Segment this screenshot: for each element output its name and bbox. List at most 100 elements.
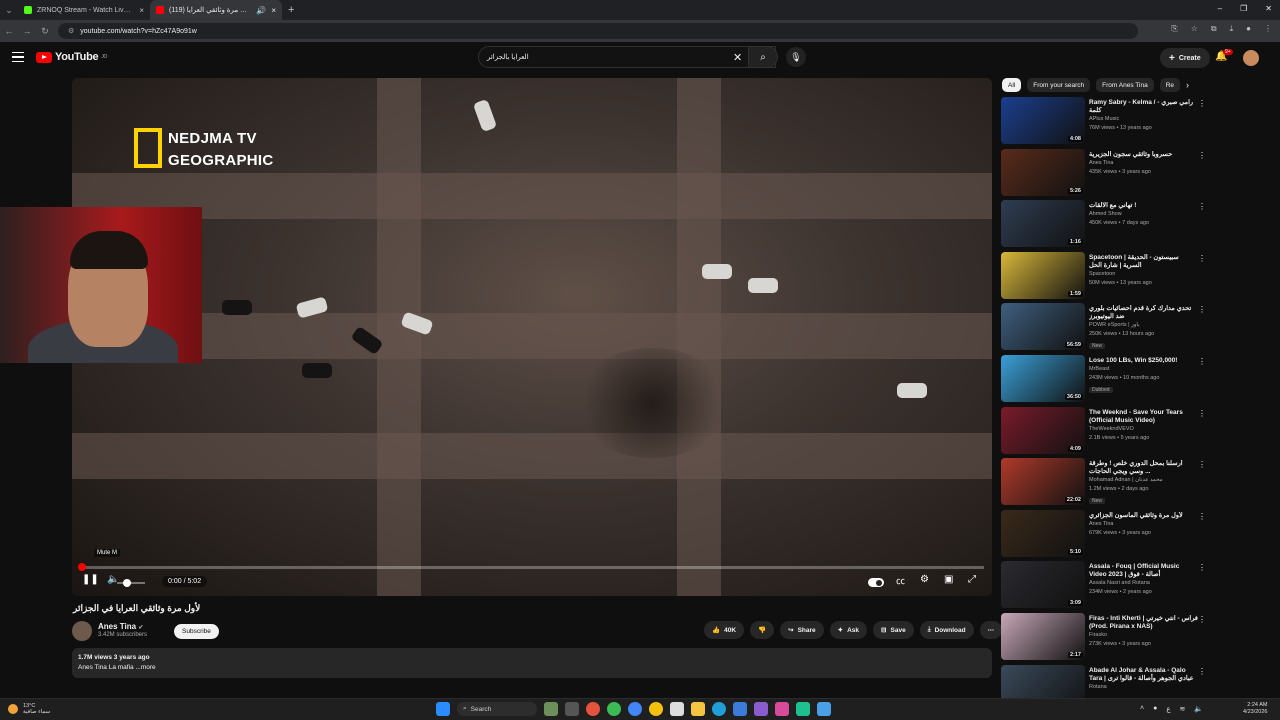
recommendation-title[interactable]: Spacetoon | سبيستون - الحديقة السرية | ش… <box>1089 254 1206 270</box>
recommendation-item[interactable]: 5:10 لأول مرة وثائقي الماسون الجزائري Anes… <box>1001 509 1206 562</box>
more-vertical-icon[interactable]: ⋮ <box>1198 357 1206 366</box>
extensions-icon[interactable]: ⧉ <box>1211 24 1217 34</box>
back-icon[interactable]: ← <box>0 26 18 36</box>
store-icon[interactable] <box>733 702 747 716</box>
chrome-icon[interactable] <box>607 702 621 716</box>
recommendation-item[interactable]: Abade Al Johar & Assala - Qalo Tara | عب… <box>1001 664 1206 702</box>
ask-button[interactable]: ✦ Ask <box>829 621 868 639</box>
task-view-icon[interactable] <box>565 702 579 716</box>
profile-icon[interactable]: ● <box>1246 24 1251 34</box>
youtube-logo[interactable]: YouTube JO <box>36 51 107 63</box>
recommendation-channel[interactable]: Assala Nasri and Rotana <box>1089 579 1206 588</box>
recommendation-channel[interactable]: Mohamad Adnan | محمد عدنان <box>1089 476 1206 485</box>
chip-from-your-search[interactable]: From your search <box>1027 78 1091 92</box>
recommendation-title[interactable]: تهاني مع الالقات ! <box>1089 202 1206 210</box>
video-thumbnail[interactable] <box>1001 664 1085 702</box>
voice-search-button[interactable]: 🎙 <box>786 47 806 67</box>
taskbar-search[interactable]: ⌕ Search <box>457 702 537 716</box>
like-button[interactable]: 👍 40K <box>704 621 745 639</box>
close-window-icon[interactable]: ✕ <box>1265 4 1272 13</box>
video-thumbnail[interactable]: 4:09 <box>1001 406 1085 454</box>
more-actions-button[interactable]: ⋯ <box>979 621 1003 639</box>
chip-related[interactable]: Re <box>1159 78 1181 92</box>
chevron-right-icon[interactable]: › <box>1186 80 1189 90</box>
download-icon[interactable]: ⤓ <box>1230 24 1234 34</box>
app-icon[interactable] <box>796 702 810 716</box>
more-vertical-icon[interactable]: ⋮ <box>1198 254 1206 263</box>
more-vertical-icon[interactable]: ⋮ <box>1198 151 1206 160</box>
recommendation-item[interactable]: 56:59 تحدي مدارك كرة قدم احصائيات بلوري ض… <box>1001 303 1206 355</box>
download-button[interactable]: ⤓ Download <box>919 621 974 639</box>
recommendation-channel[interactable]: Anes Tina <box>1089 159 1206 168</box>
language-icon[interactable]: ع <box>1166 705 1170 713</box>
recommendation-title[interactable]: Abade Al Johar & Assala - Qalo Tara | عب… <box>1089 667 1206 683</box>
recommendation-item[interactable]: 1:59 Spacetoon | سبيستون - الحديقة السرية… <box>1001 251 1206 304</box>
recommendation-item[interactable]: 1:16 تهاني مع الالقات ! Ahmed Show 450K vie… <box>1001 200 1206 252</box>
recommendation-channel[interactable]: Spacetoon <box>1089 270 1206 279</box>
recommendation-channel[interactable]: Anes Tina <box>1089 520 1206 529</box>
maximize-icon[interactable]: ❐ <box>1240 4 1247 13</box>
pause-icon[interactable]: ❚❚ <box>82 574 99 585</box>
settings-gear-icon[interactable]: ⚙ <box>920 574 929 585</box>
video-thumbnail[interactable]: 1:16 <box>1001 200 1085 248</box>
hamburger-menu-icon[interactable] <box>12 52 24 62</box>
tab-search-icon[interactable]: ⌄ <box>0 5 18 16</box>
calendar-icon[interactable] <box>670 702 684 716</box>
recommendation-title[interactable]: Ramy Sabry - Kelma / رامي صبري - كلمة <box>1089 99 1206 115</box>
bookmark-star-icon[interactable]: ☆ <box>1191 24 1198 34</box>
recommendation-title[interactable]: تحدي مدارك كرة قدم احصائيات بلوري ضد الي… <box>1089 305 1206 321</box>
minimize-icon[interactable]: – <box>1218 4 1222 13</box>
tray-chevron-icon[interactable]: ˄ <box>1140 705 1144 713</box>
install-icon[interactable]: ⎘ <box>1171 24 1177 34</box>
app-icon[interactable] <box>817 702 831 716</box>
description-box[interactable]: 1.7M views 3 years ago Anes Tina La mafi… <box>72 648 992 678</box>
fullscreen-icon[interactable]: ⤢ <box>968 574 976 585</box>
video-thumbnail[interactable]: 1:59 <box>1001 251 1085 299</box>
recommendation-item[interactable]: 5:26 حسروبا وثائقي سجون الجزيرية Anes Tina… <box>1001 148 1206 201</box>
video-thumbnail[interactable]: 22:02 <box>1001 458 1085 506</box>
more-vertical-icon[interactable]: ⋮ <box>1198 667 1206 676</box>
captions-icon[interactable]: ㏄ <box>896 574 905 587</box>
account-avatar[interactable] <box>1243 50 1259 66</box>
search-button[interactable]: ⌕ <box>748 46 778 68</box>
reload-icon[interactable]: ↻ <box>36 26 54 37</box>
recommendation-item[interactable]: 36:50 Lose 100 LBs, Win $250,000! MrBeast 2… <box>1001 354 1206 407</box>
clear-search-icon[interactable]: ✕ <box>733 51 742 64</box>
channel-name[interactable]: Anes Tina ✔ <box>98 622 143 631</box>
recommendation-channel[interactable]: Ahmed Show <box>1089 210 1206 219</box>
dislike-button[interactable]: 👎 <box>750 621 775 639</box>
recommendation-item[interactable]: 4:09 The Weeknd - Save Your Tears (Offici… <box>1001 406 1206 459</box>
app-icon[interactable] <box>775 702 789 716</box>
save-button[interactable]: ⊟ Save <box>873 621 914 639</box>
recommendation-title[interactable]: أرسلنا بمحل الدوري خلص ! وطرقة وسي ويجي … <box>1089 460 1206 476</box>
tray-app-icon[interactable]: ● <box>1153 705 1157 713</box>
scrubber-handle[interactable] <box>78 563 86 571</box>
url-field[interactable]: ⚙ youtube.com/watch?v=hZc47A9o91w <box>58 23 1138 39</box>
app-icon[interactable] <box>754 702 768 716</box>
recommendation-title[interactable]: Assala - Fouq | Official Music Video 202… <box>1089 563 1206 579</box>
recommendation-channel[interactable]: TheWeekndVEVO <box>1089 425 1206 434</box>
recommendation-channel[interactable]: POWR eSports | باور <box>1089 321 1206 330</box>
recommendation-title[interactable]: حسروبا وثائقي سجون الجزيرية <box>1089 151 1206 159</box>
tab-zrnoq[interactable]: ZRNOQ Stream - Watch Live on × <box>18 0 150 20</box>
windows-start-icon[interactable] <box>436 702 450 716</box>
wifi-icon[interactable]: ≋ <box>1180 705 1186 713</box>
video-thumbnail[interactable]: 3:09 <box>1001 561 1085 609</box>
volume-slider[interactable] <box>117 579 145 587</box>
recommendation-channel[interactable]: Firasko <box>1089 631 1206 640</box>
speaker-icon[interactable]: 🔊 <box>256 6 266 15</box>
volume-knob[interactable] <box>123 579 131 587</box>
new-tab-icon[interactable]: + <box>288 4 294 16</box>
recommendation-item[interactable]: 2:17 Firas - Inti Kherti | فراس - انتي خي… <box>1001 612 1206 665</box>
chrome-icon[interactable] <box>586 702 600 716</box>
chrome-icon[interactable] <box>628 702 642 716</box>
more-vertical-icon[interactable]: ⋮ <box>1198 460 1206 469</box>
autoplay-toggle[interactable] <box>868 578 884 587</box>
recommendation-title[interactable]: Firas - Inti Kherti | فراس - انتي خيرتي … <box>1089 615 1206 631</box>
close-tab-icon[interactable]: × <box>139 6 144 15</box>
more-vertical-icon[interactable]: ⋮ <box>1198 202 1206 211</box>
recommendation-title[interactable]: لأول مرة وثائقي الماسون الجزائري <box>1089 512 1206 520</box>
recommendation-channel[interactable]: Rotana <box>1089 683 1206 692</box>
file-explorer-icon[interactable] <box>691 702 705 716</box>
menu-kebab-icon[interactable]: ⋮ <box>1264 24 1272 34</box>
